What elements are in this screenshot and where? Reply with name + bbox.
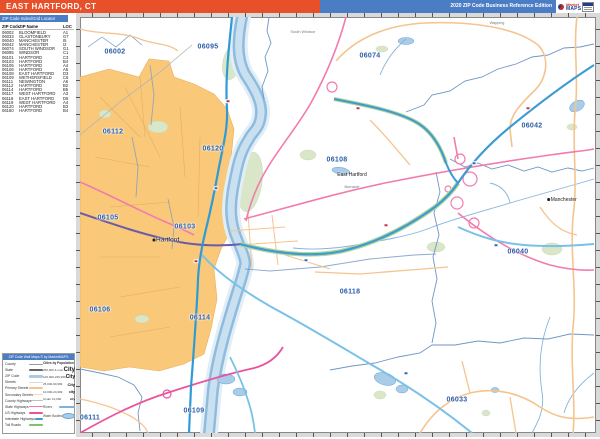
map-canvas — [80, 17, 596, 433]
grid-ruler-bottom — [76, 433, 600, 437]
legend-city-item: 10,000-24,999 city — [43, 388, 75, 395]
table-cell: B4 — [63, 109, 73, 113]
map-area: 0600206095060740604206112061200610806105… — [76, 13, 600, 437]
interstate-84-east — [240, 65, 594, 254]
legend-line-swatch — [29, 412, 43, 414]
legend-item-label: US Highways — [5, 411, 25, 415]
waterbody-swatch — [62, 413, 75, 419]
legend-line-swatch — [29, 375, 43, 378]
legend-water-label: Water Bodies — [43, 414, 62, 418]
legend-line-swatch — [29, 387, 43, 389]
edition-label: 2020 ZIP Code Business Reference Edition — [320, 0, 556, 13]
legend-cities-column: Cities by Population 250,000 & overCity1… — [43, 361, 75, 428]
legend-city-item: Under 10,000 city — [43, 396, 75, 403]
city-sample-label: City — [66, 374, 75, 380]
zip-index-title: ZIP Code Index/Grid Locator — [0, 15, 68, 22]
legend-water-item: Water Bodies — [43, 412, 75, 421]
legend-city-rows: 250,000 & overCity100,000-249,999City25,… — [43, 366, 75, 403]
grid-ruler-right — [596, 13, 600, 437]
legend-item-label: Interstate Highways — [5, 417, 35, 421]
logo-swirl-icon — [558, 4, 564, 10]
city-population-range: 10,000-24,999 — [43, 390, 62, 394]
page-title: EAST HARTFORD, CT — [0, 0, 320, 13]
city-population-range: Under 10,000 — [43, 397, 61, 401]
legend-line-swatch — [29, 364, 43, 365]
column-header-zip: ZIP Code — [2, 24, 19, 29]
interstate-291-casing — [334, 99, 446, 163]
header: EAST HARTFORD, CT 2020 ZIP Code Business… — [0, 0, 600, 13]
legend-title: ZIP Code Wall Maps © by MarketMAPS — [3, 354, 74, 360]
interstate-384 — [458, 227, 594, 246]
city-sample-label: city — [69, 390, 75, 394]
logo-wordmark: Market MAPS — [566, 3, 581, 11]
urban-area-shape — [80, 59, 234, 371]
legend-body: County State ZIP Code Streets Primary Street… — [3, 360, 74, 428]
publisher-logo: Market MAPS — [556, 0, 600, 13]
legend-symbols-column: County State ZIP Code Streets Primary Street… — [5, 361, 43, 428]
zip-index-table: ZIP Code ZIP Name LOC 06002BLOOMFIELDA10… — [2, 24, 74, 113]
table-cell: 06160 — [2, 109, 19, 113]
legend-line-swatch — [35, 418, 43, 421]
legend-water-rows: Rivers Water Bodies — [43, 403, 75, 421]
header-title-bar: EAST HARTFORD, CT — [0, 0, 320, 13]
legend-line-swatch — [29, 424, 43, 426]
legend-cities-header: Cities by Population — [43, 361, 75, 366]
map-legend: ZIP Code Wall Maps © by MarketMAPS Count… — [2, 353, 75, 434]
legend-water-item: Rivers — [43, 403, 75, 412]
legend-item-label: Streets — [5, 380, 16, 384]
sidebar: ZIP Code Index/Grid Locator ZIP Code ZIP… — [0, 13, 76, 439]
legend-item: Toll Roads — [5, 422, 43, 428]
city-sample-label: city — [70, 397, 75, 401]
legend-item-label: County Highways — [5, 399, 31, 403]
legend-item-label: Toll Roads — [5, 423, 21, 427]
legend-water-label: Rivers — [43, 405, 52, 409]
zip-code-map-page: EAST HARTFORD, CT 2020 ZIP Code Business… — [0, 0, 600, 439]
column-header-loc: LOC — [63, 24, 73, 29]
city-population-range: 100,000-249,999 — [43, 375, 66, 379]
legend-item-label: State Highways — [5, 405, 29, 409]
city-population-range: 250,000 & over — [43, 368, 63, 372]
legend-city-item: 25,000-99,999 City — [43, 381, 75, 388]
zip-table-body: 06002BLOOMFIELDA106033GLASTONBURYG706040… — [2, 31, 74, 113]
logo-word-bottom: MAPS — [566, 7, 581, 11]
legend-item-label: Secondary Streets — [5, 393, 33, 397]
legend-line-swatch — [33, 394, 43, 396]
reference-badge-icon — [582, 2, 594, 12]
legend-line-swatch — [31, 400, 43, 402]
legend-line-swatch — [29, 369, 43, 371]
city-sample-label: City — [67, 382, 75, 387]
table-cell: HARTFORD — [19, 109, 63, 113]
legend-city-item: 100,000-249,999City — [43, 373, 75, 380]
legend-line-swatch — [29, 382, 43, 383]
header-edition-bar: 2020 ZIP Code Business Reference Edition — [320, 0, 556, 13]
legend-item-label: County — [5, 362, 16, 366]
legend-item-label: State — [5, 368, 13, 372]
city-population-range: 25,000-99,999 — [43, 382, 62, 386]
city-sample-label: City — [64, 367, 75, 373]
legend-line-swatch — [29, 406, 43, 408]
table-row: 06160HARTFORDB4 — [2, 109, 74, 113]
river-swatch — [59, 406, 75, 408]
legend-item-label: ZIP Code — [5, 374, 19, 378]
legend-item-label: Primary Streets — [5, 386, 28, 390]
legend-city-item: 250,000 & overCity — [43, 366, 75, 373]
table-header-row: ZIP Code ZIP Name LOC — [2, 24, 74, 30]
column-header-name: ZIP Name — [19, 24, 63, 29]
